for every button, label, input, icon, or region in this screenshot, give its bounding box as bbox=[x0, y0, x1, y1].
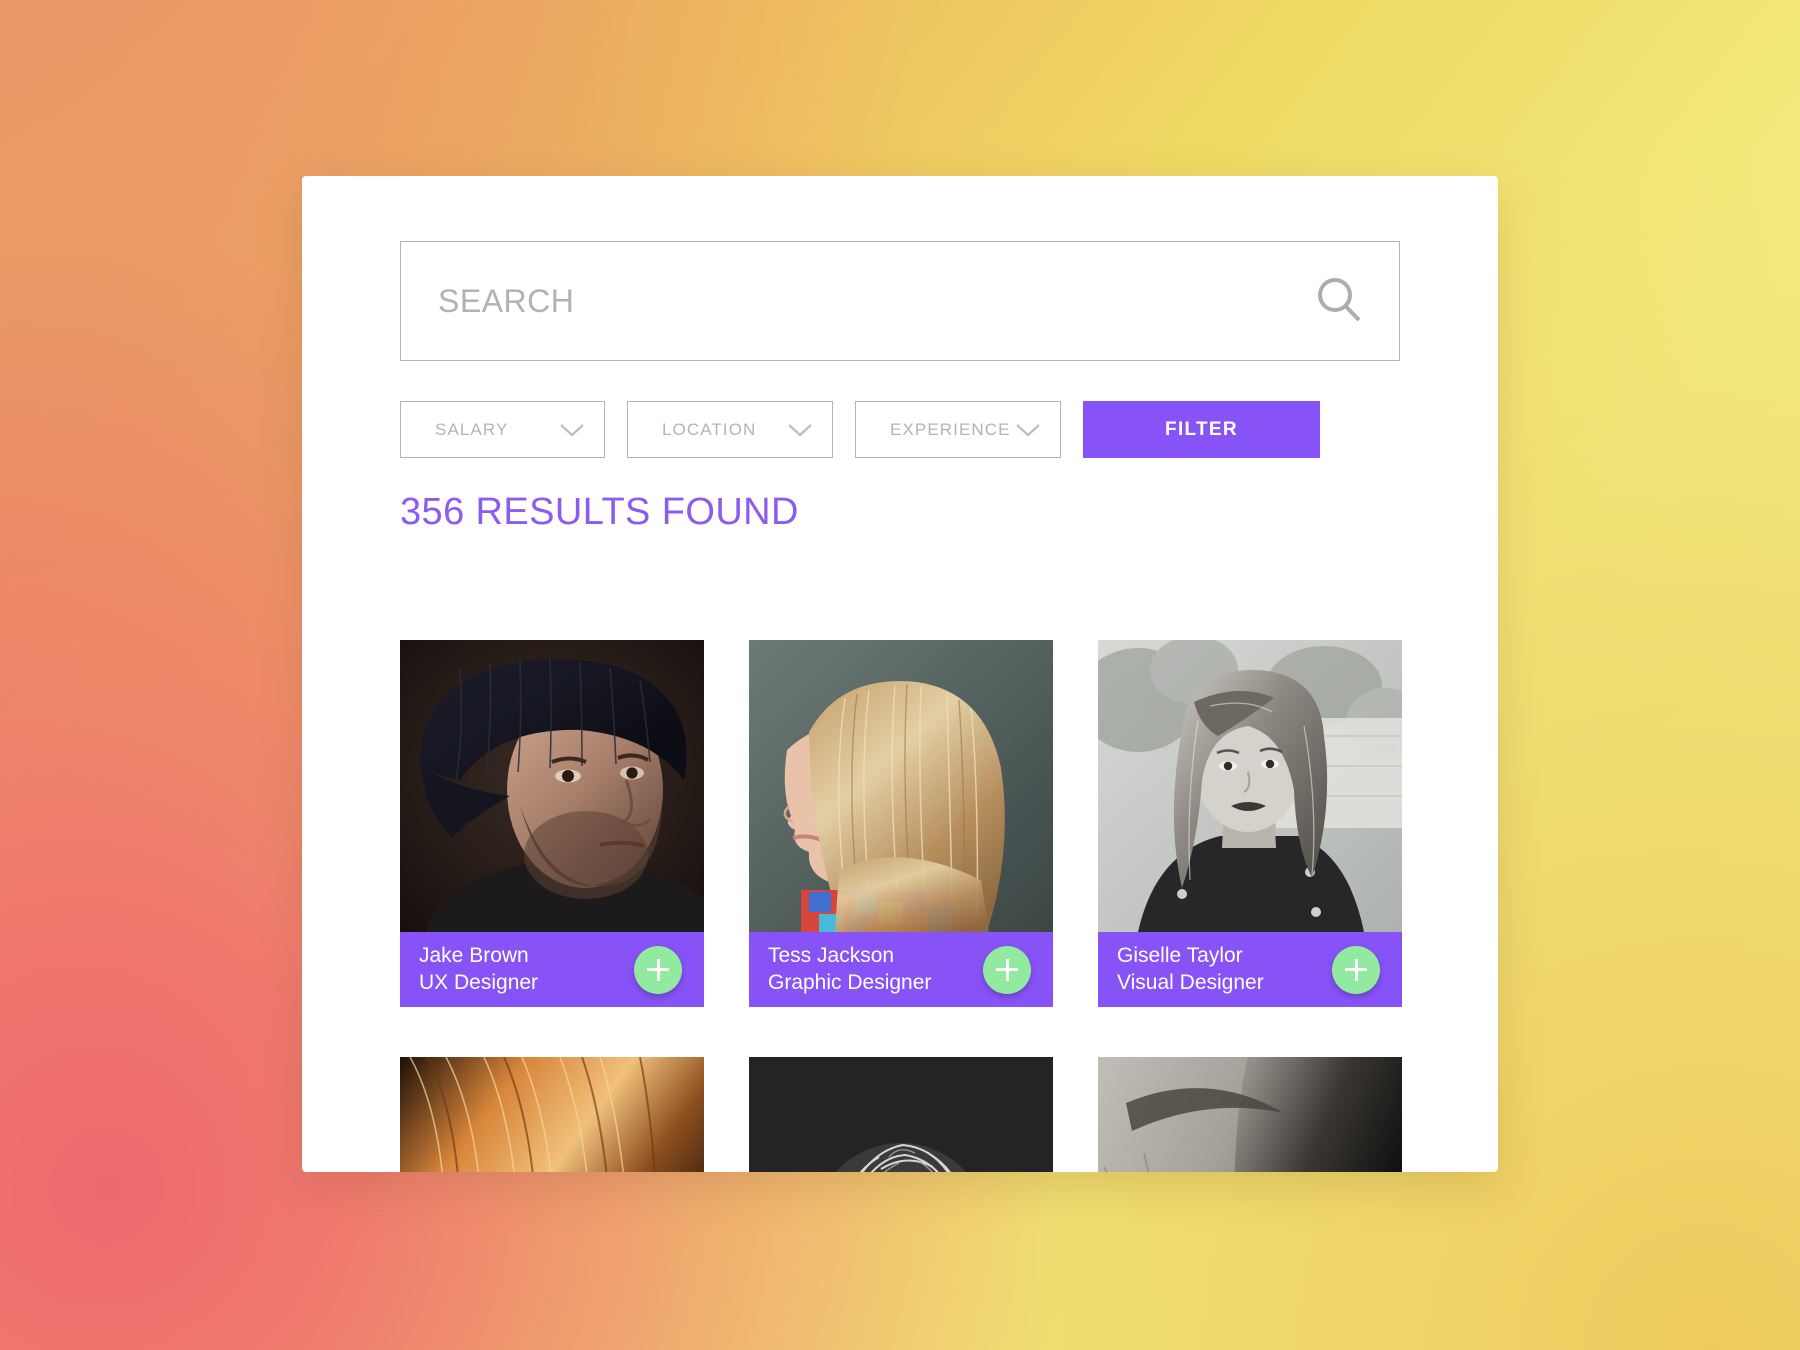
person-card[interactable]: Jake Brown UX Designer bbox=[400, 640, 704, 1007]
person-name: Giselle Taylor bbox=[1117, 943, 1243, 967]
person-photo-blonde-woman-profile-portrait bbox=[749, 640, 1053, 932]
person-name: Jake Brown bbox=[419, 943, 529, 967]
person-card-footer: Tess Jackson Graphic Designer bbox=[749, 932, 1053, 1007]
person-name: Tess Jackson bbox=[768, 943, 895, 967]
person-card-footer: Giselle Taylor Visual Designer bbox=[1098, 932, 1402, 1007]
job-search-panel: SALARY LOCATION EXPERIENCE bbox=[302, 176, 1498, 1172]
plus-icon bbox=[647, 958, 669, 981]
location-dropdown-label: LOCATION bbox=[662, 419, 757, 439]
person-photo-white-wispy-hair-on-black bbox=[749, 1057, 1053, 1172]
plus-icon bbox=[996, 958, 1018, 981]
person-card[interactable] bbox=[400, 1057, 704, 1172]
person-role: Visual Designer bbox=[1117, 970, 1264, 994]
chevron-down-icon bbox=[559, 423, 585, 437]
person-photo-close-up-eye-black-and-white bbox=[1098, 1057, 1402, 1172]
search-bar[interactable] bbox=[400, 241, 1400, 361]
person-info: Giselle Taylor Visual Designer bbox=[1117, 943, 1264, 997]
results-grid: Jake Brown UX Designer Tess Jackson Grap… bbox=[400, 640, 1402, 1172]
experience-dropdown-label: EXPERIENCE bbox=[890, 419, 1011, 439]
experience-dropdown[interactable]: EXPERIENCE bbox=[855, 401, 1061, 458]
add-person-button[interactable] bbox=[634, 945, 682, 994]
person-photo-red-golden-hair-closeup bbox=[400, 1057, 704, 1172]
person-photo-black-and-white-woman-portrait bbox=[1098, 640, 1402, 932]
results-count-heading: 356 RESULTS FOUND bbox=[400, 491, 799, 533]
person-info: Tess Jackson Graphic Designer bbox=[768, 943, 931, 997]
person-role: Graphic Designer bbox=[768, 970, 932, 994]
search-icon[interactable] bbox=[1281, 242, 1399, 360]
filter-controls: SALARY LOCATION EXPERIENCE FILTER bbox=[400, 401, 1400, 458]
salary-dropdown[interactable]: SALARY bbox=[400, 401, 605, 458]
filter-button[interactable]: FILTER bbox=[1083, 401, 1320, 458]
chevron-down-icon bbox=[787, 423, 813, 437]
add-person-button[interactable] bbox=[1332, 945, 1380, 994]
add-person-button[interactable] bbox=[983, 945, 1031, 994]
person-info: Jake Brown UX Designer bbox=[419, 943, 538, 997]
location-dropdown[interactable]: LOCATION bbox=[627, 401, 833, 458]
salary-dropdown-label: SALARY bbox=[435, 419, 509, 439]
person-card[interactable] bbox=[1098, 1057, 1402, 1172]
person-role: UX Designer bbox=[419, 970, 539, 994]
person-card[interactable] bbox=[749, 1057, 1053, 1172]
plus-icon bbox=[1345, 958, 1367, 981]
person-card[interactable]: Giselle Taylor Visual Designer bbox=[1098, 640, 1402, 1007]
chevron-down-icon bbox=[1015, 423, 1041, 437]
person-card-footer: Jake Brown UX Designer bbox=[400, 932, 704, 1007]
person-photo-man-in-dark-beanie-portrait bbox=[400, 640, 704, 932]
search-input[interactable] bbox=[401, 242, 1281, 360]
person-card[interactable]: Tess Jackson Graphic Designer bbox=[749, 640, 1053, 1007]
